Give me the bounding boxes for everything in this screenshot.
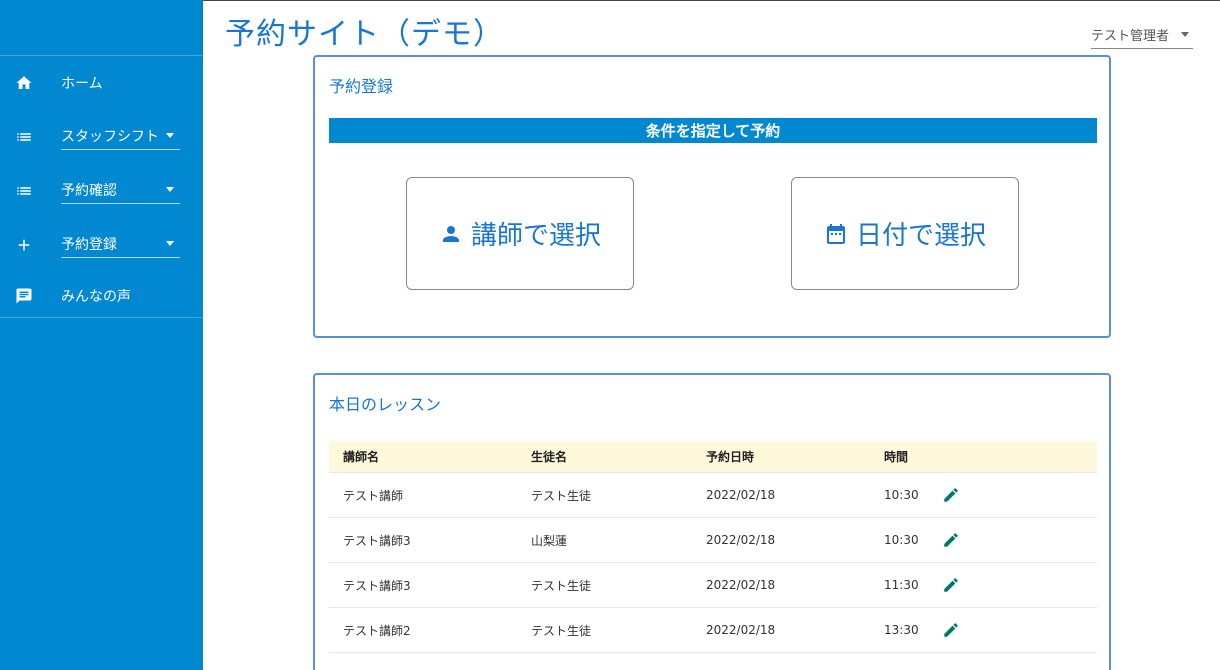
list-icon [15,182,33,200]
sidebar-item-label: みんなの声 [61,289,131,305]
sidebar-divider [0,317,203,318]
table-row: テスト講師 テスト生徒 2022/02/18 10:30 [329,473,1097,518]
chat-icon [15,287,33,305]
time-cell: 11:30 [884,578,919,592]
table-row: テスト講師3 テスト生徒 2022/02/18 11:30 [329,563,1097,608]
sidebar-item-label: 予約登録 [61,236,117,253]
calendar-icon [824,222,848,246]
main-content: 予約登録 条件を指定して予約 講師で選択 日付で選択 本日のレッスン 講師名 生… [203,55,1220,670]
sidebar-item-label: 予約確認 [61,182,117,199]
table-row: テスト講師3 山梨蓮 2022/02/18 10:30 [329,518,1097,563]
column-header: 講師名 [343,450,380,464]
sidebar-item-label: ホーム [61,76,103,92]
student-cell: テスト生徒 [531,623,592,638]
select-by-teacher-label: 講師で選択 [470,221,601,251]
teacher-cell: テスト講師 [343,488,404,503]
reservation-card: 予約登録 条件を指定して予約 講師で選択 日付で選択 [313,55,1111,338]
sidebar-item-voices[interactable]: みんなの声 [0,272,203,320]
select-by-teacher-button[interactable]: 講師で選択 [406,177,634,290]
student-cell: テスト生徒 [531,578,592,593]
list-icon [15,128,33,146]
column-header: 生徒名 [531,450,568,464]
person-icon [439,222,463,246]
plus-icon [15,236,33,254]
sidebar-item-label: スタッフシフト [61,128,159,145]
reservation-check-select[interactable]: 予約確認 [61,176,180,204]
date-cell: 2022/02/18 [706,533,776,547]
edit-icon[interactable] [942,531,960,549]
teacher-cell: テスト講師2 [343,623,411,638]
caret-down-icon [166,133,174,138]
sidebar-item-home[interactable]: ホーム [0,56,203,110]
condition-banner: 条件を指定して予約 [329,118,1097,143]
select-by-date-label: 日付で選択 [855,221,986,251]
time-cell: 10:30 [884,533,919,547]
column-header: 時間 [884,450,909,464]
edit-icon[interactable] [942,576,960,594]
staff-shift-select[interactable]: スタッフシフト [61,122,180,150]
edit-icon[interactable] [942,486,960,504]
app-header: 予約サイト（デモ） テスト管理者 [203,0,1220,57]
sidebar-item-reservation-check[interactable]: 予約確認 [0,164,203,218]
date-cell: 2022/02/18 [706,623,776,637]
teacher-cell: テスト講師3 [343,533,411,548]
date-cell: 2022/02/18 [706,578,776,592]
select-by-date-button[interactable]: 日付で選択 [791,177,1019,290]
sidebar-header [0,0,203,56]
time-cell: 10:30 [884,488,919,502]
time-cell: 13:30 [884,623,919,637]
student-cell: テスト生徒 [531,488,592,503]
column-header: 予約日時 [706,450,755,464]
table-row: テスト講師2 テスト生徒 2022/02/18 13:30 [329,608,1097,653]
sidebar: ホーム スタッフシフト 予約確認 予約登録 みんなの声 [0,0,203,670]
app-title: 予約サイト（デモ） [225,17,504,52]
student-cell: 山梨蓮 [531,533,568,548]
teacher-cell: テスト講師3 [343,578,411,593]
user-menu-select[interactable]: テスト管理者 [1091,21,1193,49]
caret-down-icon [166,241,174,246]
lessons-table: 講師名 生徒名 予約日時 時間 テスト講師 テスト生徒 2022/02/18 1… [329,441,1097,653]
table-header: 講師名 生徒名 予約日時 時間 [329,441,1097,473]
home-icon [15,74,33,92]
today-lessons-title: 本日のレッスン [329,395,442,414]
user-name: テスト管理者 [1091,29,1170,44]
edit-icon[interactable] [942,621,960,639]
caret-down-icon [1181,32,1189,37]
caret-down-icon [166,187,174,192]
today-lessons-card: 本日のレッスン 講師名 生徒名 予約日時 時間 テスト講師 テスト生徒 2022… [313,373,1111,670]
reservation-register-select[interactable]: 予約登録 [61,230,180,258]
date-cell: 2022/02/18 [706,488,776,502]
sidebar-item-reservation-register[interactable]: 予約登録 [0,218,203,272]
reservation-card-title: 予約登録 [329,77,394,96]
sidebar-item-staff-shift[interactable]: スタッフシフト [0,110,203,164]
